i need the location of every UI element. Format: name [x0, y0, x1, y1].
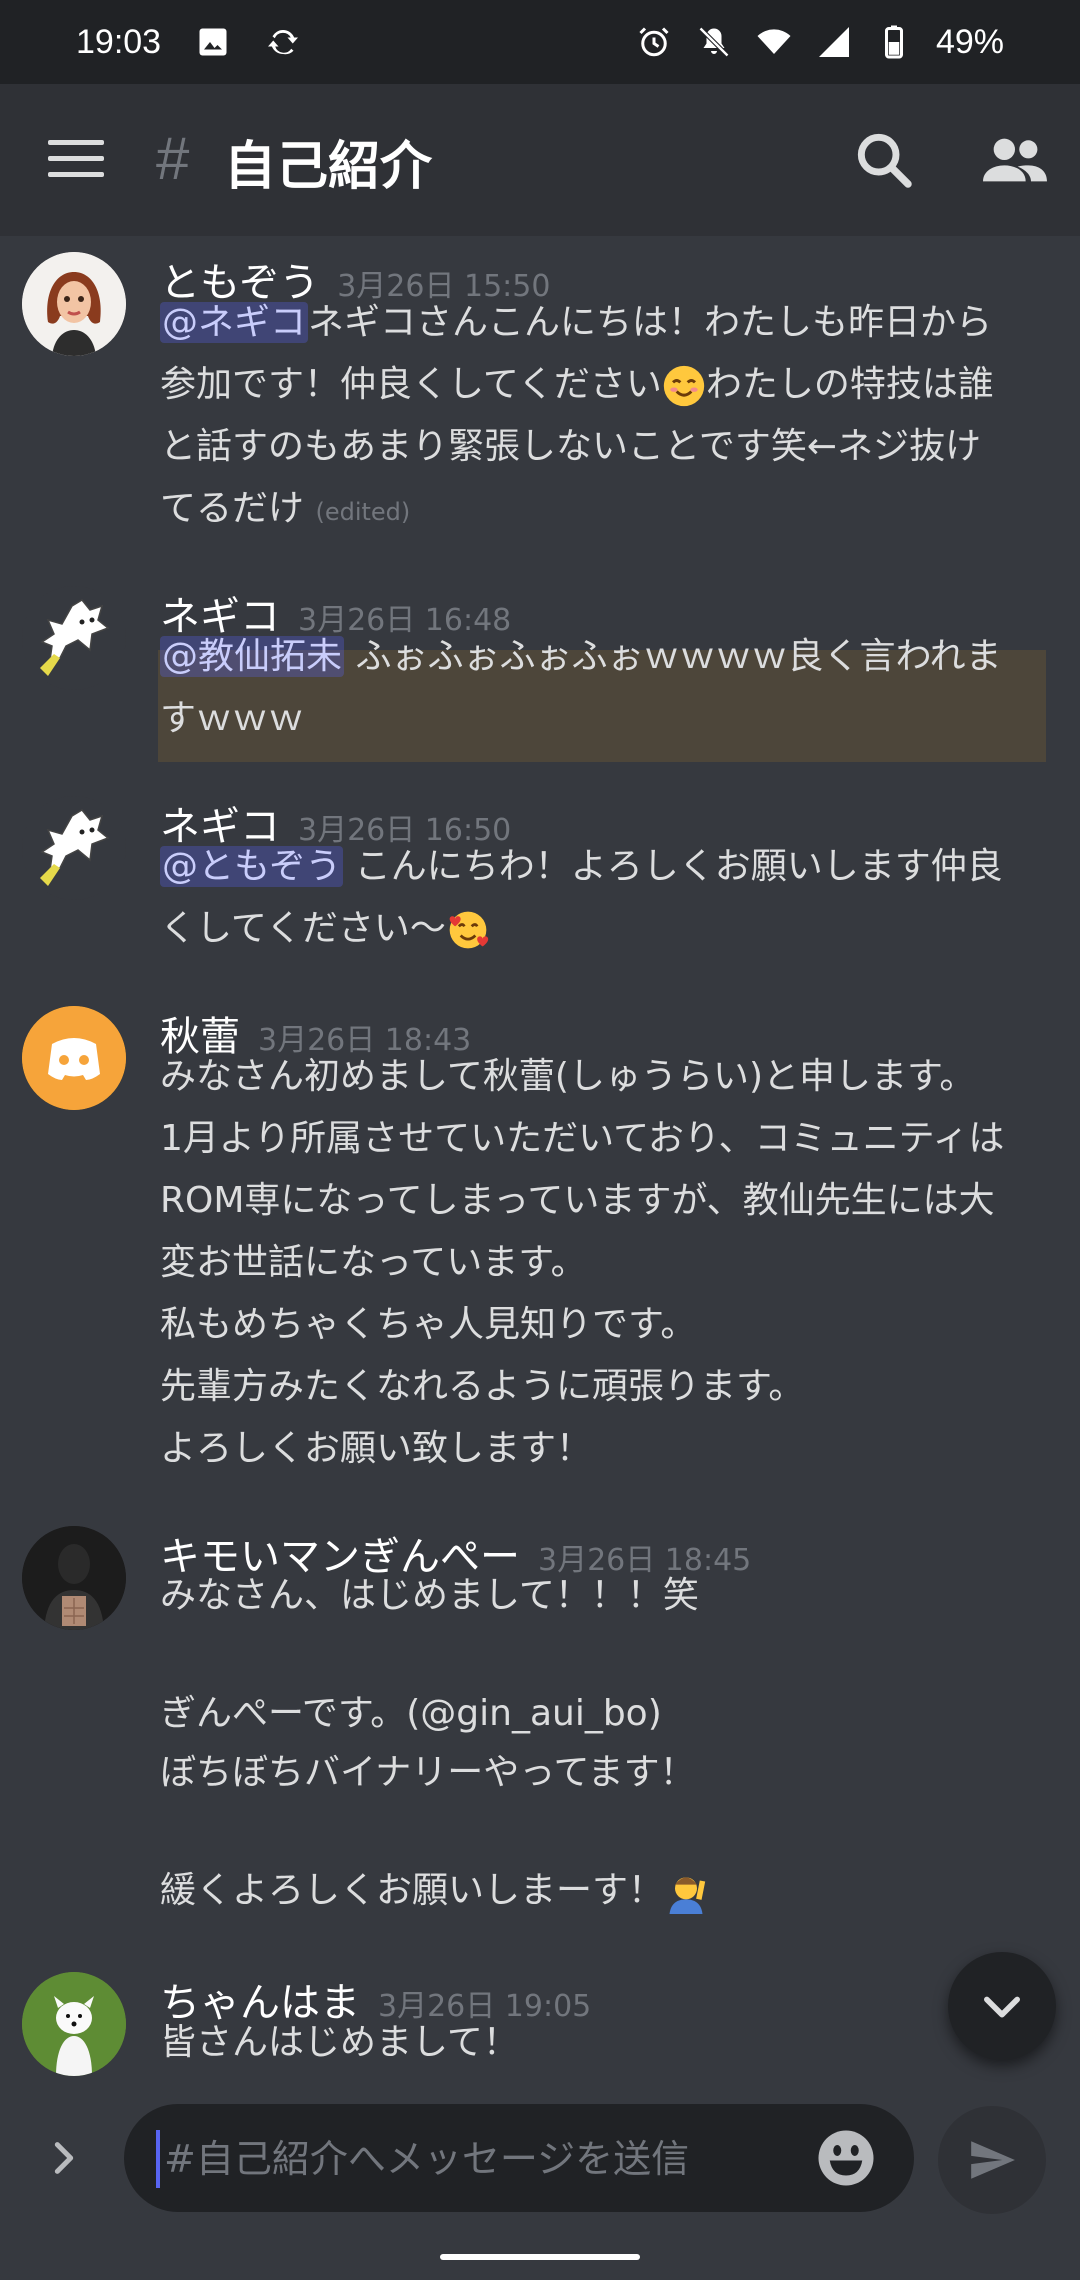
message-line: ぼちぼちバイナリーやってます！	[160, 1752, 696, 1793]
message-line: 1月より所属させていただいており、コミュニティは	[160, 1118, 1005, 1159]
message-line: よろしくお願い致します！	[160, 1428, 593, 1469]
person-raising-hand-emoji-icon	[669, 1877, 706, 1914]
image-icon	[199, 28, 227, 56]
message-text: くしてください〜	[160, 908, 446, 949]
message-line: ROM専になってしまっていますが、教仙先生には大	[160, 1180, 995, 1221]
message-content: 皆さんはじめまして！	[160, 2012, 1040, 2074]
channel-hash-icon: #	[156, 125, 190, 192]
avatar[interactable]	[22, 1006, 126, 1110]
message-text: ネギコさんこんにちは！わたしも昨日から	[308, 302, 993, 343]
signal-icon	[818, 27, 849, 57]
smiling-face-with-hearts-emoji-icon	[449, 911, 489, 949]
user-mention[interactable]: @ともぞう	[160, 846, 344, 887]
message-content: みなさん、はじめまして！！！笑 ぎんぺーです。(@gin_aui_bo) ぼちぼ…	[160, 1566, 1040, 1920]
message-content: @教仙拓未 ふぉふぉふぉふぉｗｗｗｗ良く言われま すｗｗｗ	[160, 626, 1040, 750]
message-composer	[0, 2096, 1080, 2220]
avatar[interactable]	[22, 1972, 126, 2076]
avatar[interactable]	[22, 586, 126, 690]
message-text: すｗｗｗ	[160, 698, 305, 739]
chevron-down-icon	[984, 1996, 1020, 2018]
status-time: 19:03	[76, 22, 162, 61]
channel-header: # 自己紹介	[0, 84, 1080, 236]
alarm-icon	[639, 27, 669, 57]
message-line: みなさん初めまして秋蕾(しゅうらい)と申します。	[160, 1056, 976, 1097]
smiling-face-emoji-icon	[663, 365, 705, 407]
sync-icon	[268, 30, 299, 55]
message-line: 緩くよろしくお願いしまーす！	[160, 1870, 665, 1911]
home-indicator[interactable]	[440, 2254, 640, 2260]
jump-to-present-button[interactable]	[948, 1952, 1056, 2060]
members-icon[interactable]	[980, 128, 1050, 192]
send-button[interactable]	[938, 2106, 1046, 2214]
message-line: 皆さんはじめまして！	[160, 2022, 519, 2063]
wifi-icon	[757, 29, 791, 54]
menu-icon-line	[48, 172, 104, 177]
message-text: こんにちわ！よろしくお願いします仲良	[343, 846, 1003, 887]
message-text: わたしの特技は誰	[705, 364, 994, 405]
message-text: 参加です！仲良くしてください	[160, 364, 662, 405]
message-text: ふぉふぉふぉふぉｗｗｗｗ良く言われま	[344, 636, 1002, 677]
message-line: みなさん、はじめまして！！！笑	[160, 1575, 699, 1616]
send-icon	[971, 2141, 1015, 2179]
message-input[interactable]	[156, 2130, 786, 2188]
avatar[interactable]	[22, 796, 126, 900]
user-mention[interactable]: @教仙拓未	[160, 636, 345, 677]
menu-icon	[48, 140, 104, 145]
message-input-container	[124, 2104, 914, 2212]
message-line: 変お世話になっています。	[160, 1242, 587, 1283]
status-bar: 19:03 49%	[0, 0, 1080, 84]
message-content: みなさん初めまして秋蕾(しゅうらい)と申します。 1月より所属させていただいてお…	[160, 1046, 1040, 1480]
channel-title: 自己紹介	[224, 137, 433, 197]
user-mention[interactable]: @ネギコ	[160, 302, 309, 343]
battery-icon	[884, 25, 903, 59]
emoji-icon[interactable]	[816, 2128, 876, 2188]
mute-icon	[698, 26, 730, 58]
avatar[interactable]	[22, 1526, 126, 1630]
message-list[interactable]: ともぞう 3月26日 15:50 @ネギコネギコさんこんにちは！わたしも昨日から …	[0, 236, 1080, 2096]
message-text: てるだけ	[160, 488, 305, 529]
avatar[interactable]	[22, 252, 126, 356]
menu-icon-line	[48, 156, 104, 161]
message-text: と話すのもあまり緊張しないことです笑←ネジ抜け	[160, 426, 982, 467]
search-icon[interactable]	[852, 128, 916, 192]
message-line: 私もめちゃくちゃ人見知りです。	[160, 1304, 697, 1345]
message-content: @ネギコネギコさんこんにちは！わたしも昨日から 参加です！仲良くしてください わた…	[160, 292, 1040, 543]
menu-button[interactable]	[48, 140, 104, 180]
message-line: ぎんぺーです。(@gin_aui_bo)	[160, 1693, 662, 1734]
edited-label: (edited)	[315, 498, 411, 526]
battery-level: 49%	[935, 22, 1004, 61]
message-line: 先輩方みたくなれるように頑張ります。	[160, 1366, 805, 1407]
chevron-right-icon[interactable]	[44, 2138, 84, 2178]
message-content: @ともぞう こんにちわ！よろしくお願いします仲良 くしてください〜	[160, 836, 1040, 960]
